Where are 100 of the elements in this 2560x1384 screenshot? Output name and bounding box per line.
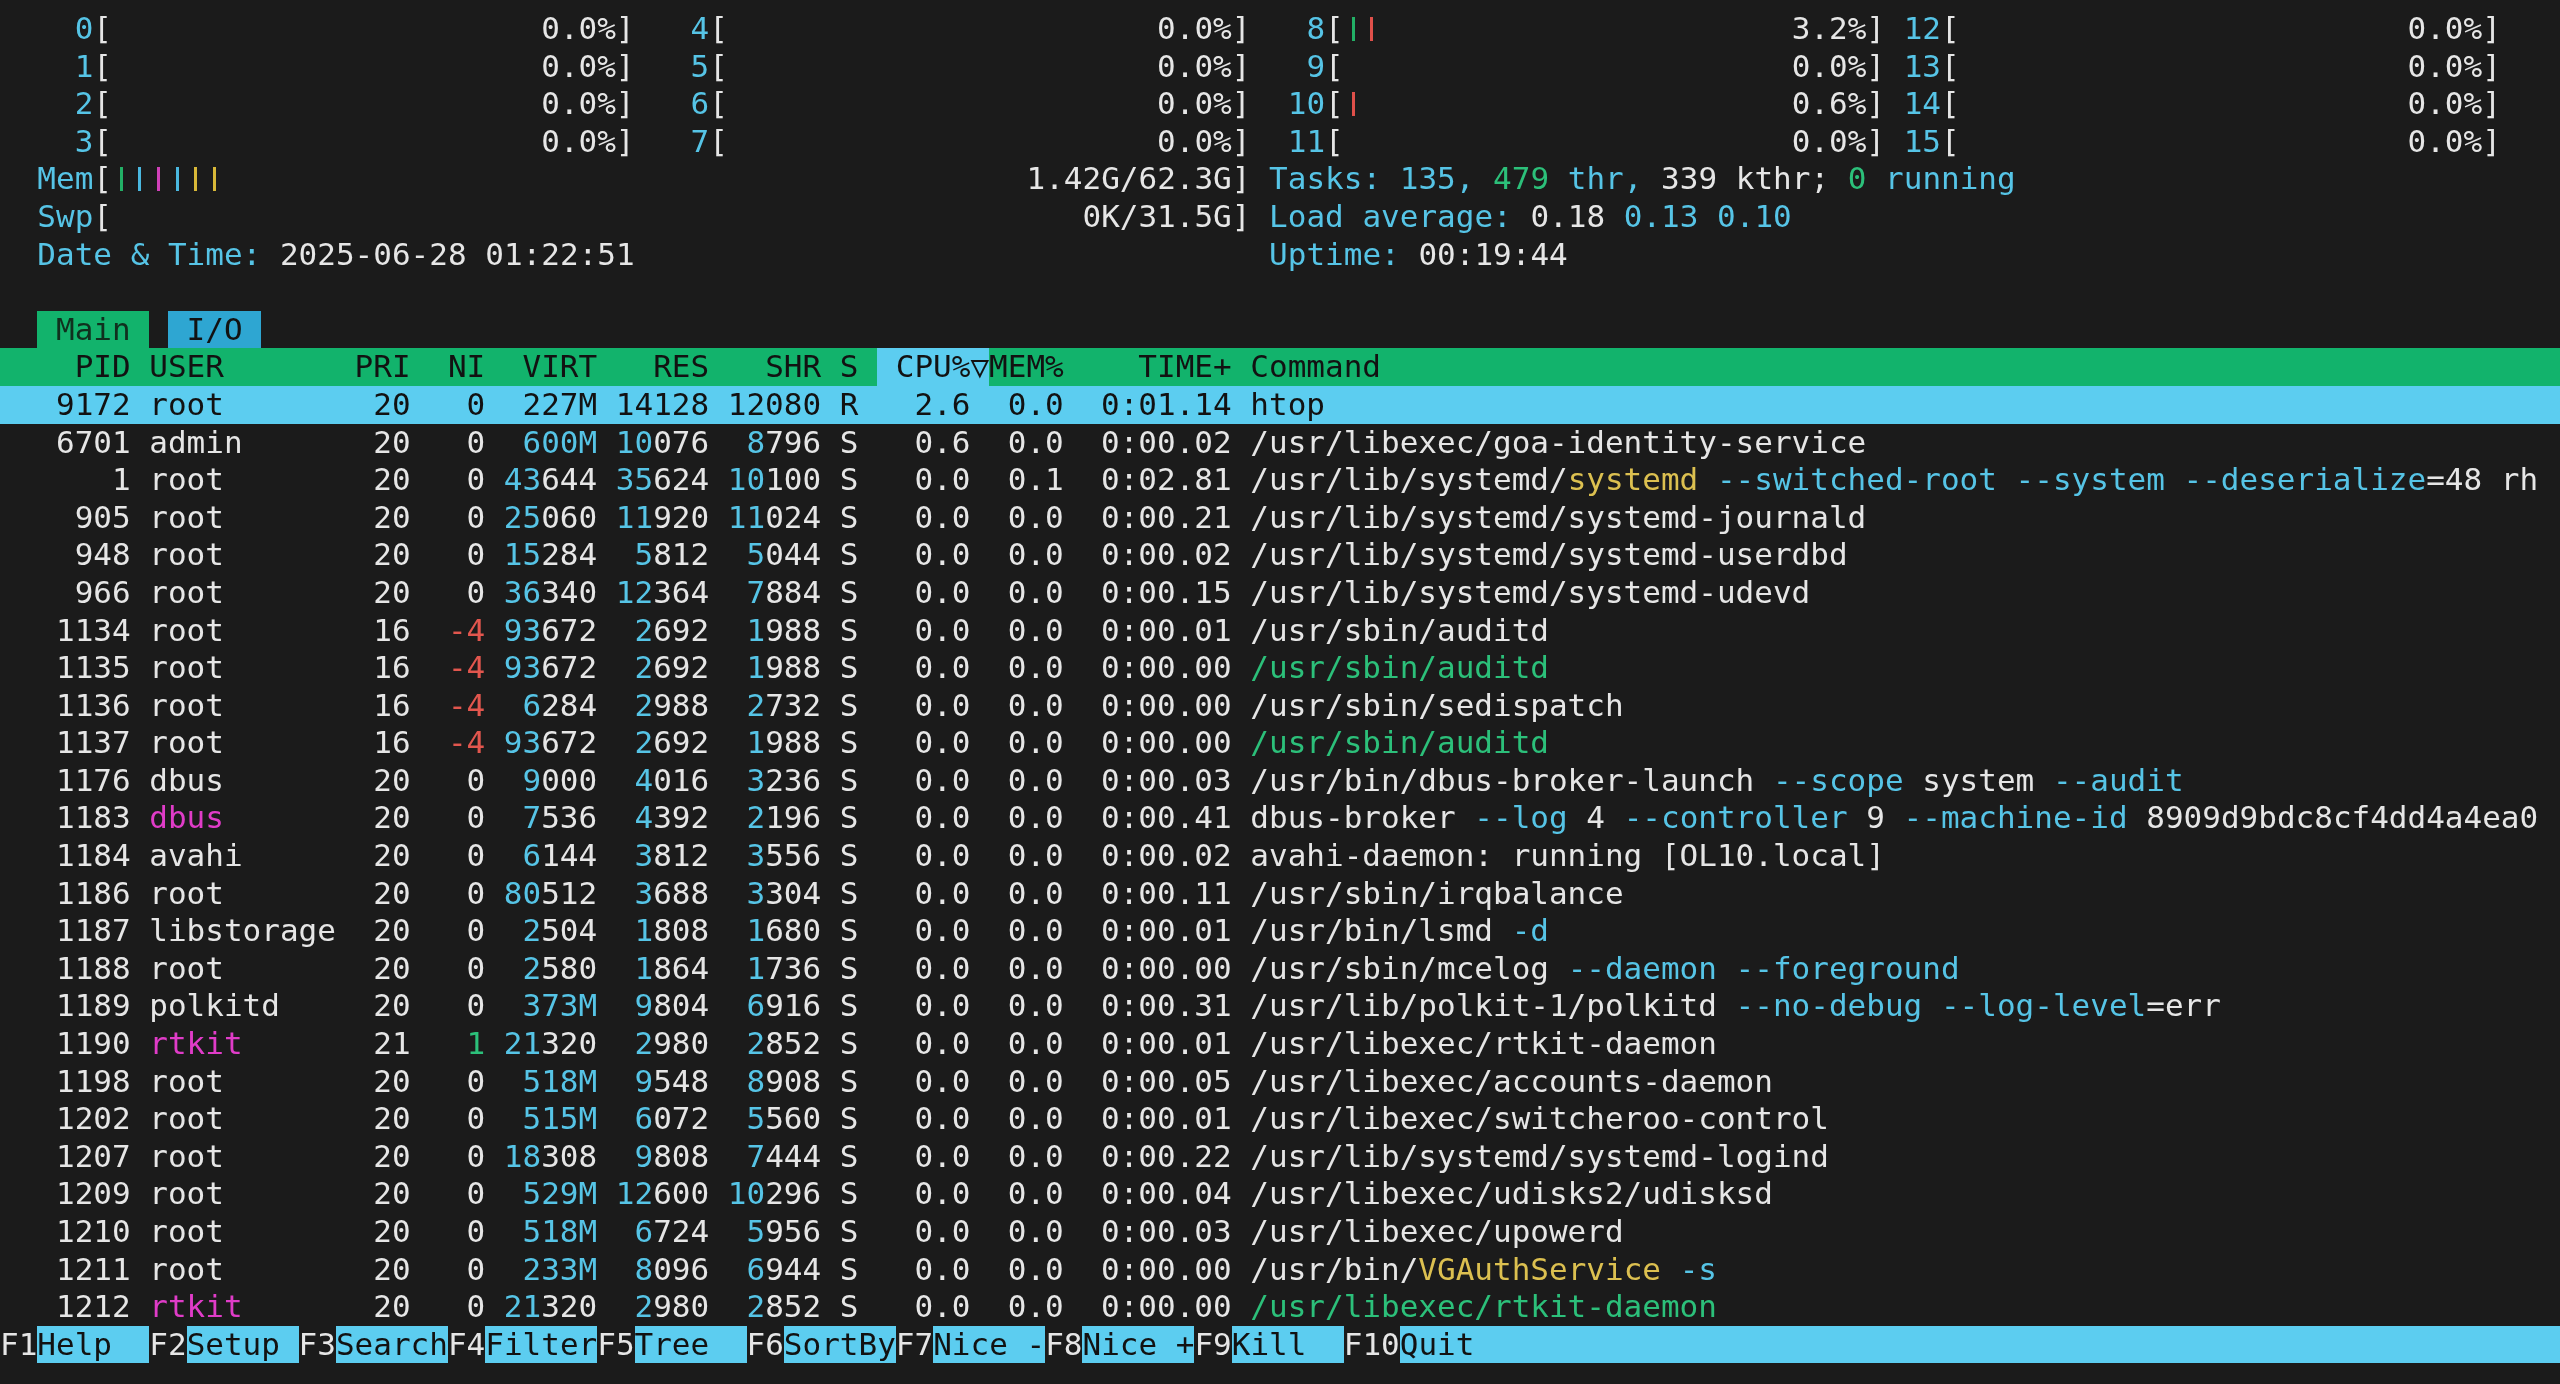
- table-cell-text: 0: [465, 949, 486, 988]
- table-cell-text: 227M: [521, 385, 598, 424]
- table-cell-text: root: [148, 573, 225, 612]
- table-cell-text: 0: [465, 461, 486, 499]
- column-header[interactable]: MEM%: [989, 348, 1064, 386]
- table-cell-text: 515M: [521, 1100, 598, 1138]
- table-cell-text: 0.0: [1006, 385, 1064, 424]
- process-row[interactable]: 6701 admin 20 0 600M 10076 8796 S 0.6 0.0 0:00.02 /usr/libexec/goa-identity-service: [0, 423, 2560, 462]
- process-row[interactable]: 1136 root 16 -4 6284 2988 2732 S 0.0 0.0 0:00.00 /usr/sbin/sedispatch: [0, 686, 2560, 725]
- table-cell-text: 0.0: [913, 874, 971, 913]
- meter-reading: 0.0%]: [2407, 47, 2501, 86]
- process-row[interactable]: 1 root 20 0 43644 35624 10100 S 0.0 0.1 0:02.81 /usr/lib/systemd/systemd --switched-root --system --deserialize=48 rh: [0, 461, 2560, 499]
- table-cell-text: 2692: [633, 611, 710, 650]
- table-cell-text: 0:00.15: [1100, 573, 1232, 612]
- function-key-button[interactable]: F8Nice +: [1045, 1325, 1195, 1364]
- table-cell-text: 0.0: [1006, 686, 1064, 725]
- table-cell-text: 18308: [502, 1137, 598, 1176]
- meter-reading: 0.0%]: [541, 122, 635, 161]
- process-row[interactable]: 948 root 20 0 15284 5812 5044 S 0.0 0.0 0:00.02 /usr/lib/systemd/systemd-userdbd: [0, 536, 2560, 574]
- meter-bracket: [: [709, 47, 728, 86]
- table-cell-text: S: [838, 1175, 859, 1213]
- cpu-label: 7: [689, 122, 710, 161]
- table-cell-text: /usr/bin/dbus-broker-launch --scope system --audit: [1249, 761, 2185, 800]
- table-cell-text: 0.0: [913, 1175, 971, 1213]
- table-cell-text: avahi-daemon: running [OL10.local]: [1249, 837, 1886, 875]
- cpu-label: 15: [1902, 122, 1941, 161]
- process-row[interactable]: 1190 rtkit 21 1 21320 2980 2852 S 0.0 0.0 0:00.01 /usr/libexec/rtkit-daemon: [0, 1025, 2560, 1063]
- table-cell-text: S: [838, 799, 859, 838]
- process-row[interactable]: 1188 root 20 0 2580 1864 1736 S 0.0 0.0 0:00.00 /usr/sbin/mcelog --daemon --foreground: [0, 949, 2560, 988]
- table-cell-text: dbus: [148, 761, 225, 800]
- table-cell-text: 1190: [55, 1025, 131, 1063]
- table-cell-text: 20: [372, 1288, 411, 1326]
- process-row[interactable]: 1183 dbus 20 0 7536 4392 2196 S 0.0 0.0 0:00.41 dbus-broker --log 4 --controller 9 --machine-id 8909d9bdc8cf4dd4a4ea0: [0, 799, 2560, 838]
- column-header[interactable]: RES: [597, 348, 710, 386]
- process-row[interactable]: 1207 root 20 0 18308 9808 7444 S 0.0 0.0 0:00.22 /usr/lib/systemd/systemd-logind: [0, 1137, 2560, 1176]
- table-cell-text: 0.0: [1006, 949, 1064, 988]
- table-cell-text: /usr/sbin/irqbalance: [1249, 874, 1625, 913]
- process-row[interactable]: 1186 root 20 0 80512 3688 3304 S 0.0 0.0 0:00.11 /usr/sbin/irqbalance: [0, 874, 2560, 913]
- meter-bracket: [: [1940, 85, 1960, 123]
- tab[interactable]: I/O: [167, 310, 262, 349]
- table-cell-text: 36340: [502, 573, 598, 612]
- table-cell-text: 1209: [55, 1175, 131, 1213]
- table-cell-text: 0.0: [1006, 1288, 1064, 1326]
- column-header[interactable]: PID: [0, 348, 131, 386]
- table-cell-text: 20: [372, 912, 411, 950]
- process-row[interactable]: 1176 dbus 20 0 9000 4016 3236 S 0.0 0.0 0:00.03 /usr/bin/dbus-broker-launch --scope system --audit: [0, 761, 2560, 800]
- process-row[interactable]: 1210 root 20 0 518M 6724 5956 S 0.0 0.0 0:00.03 /usr/libexec/upowerd: [0, 1213, 2560, 1251]
- process-row[interactable]: 1134 root 16 -4 93672 2692 1988 S 0.0 0.0 0:00.01 /usr/sbin/auditd: [0, 611, 2560, 650]
- table-cell-text: 0:00.00: [1100, 1288, 1232, 1326]
- table-cell-text: 0.0: [1006, 1250, 1064, 1289]
- meter-bracket: [: [709, 122, 728, 161]
- column-header[interactable]: CPU%▽: [877, 348, 990, 386]
- process-row[interactable]: 1189 polkitd 20 0 373M 9804 6916 S 0.0 0.0 0:00.31 /usr/lib/polkit-1/polkitd --no-debug --log-level=err: [0, 987, 2560, 1026]
- column-header[interactable]: SHR: [709, 348, 822, 386]
- meter-reading: 1.42G/62.3G]: [1026, 160, 1251, 198]
- table-cell-text: /usr/lib/systemd/systemd-logind: [1249, 1137, 1830, 1176]
- table-cell-text: 2988: [633, 686, 710, 725]
- process-row[interactable]: 1135 root 16 -4 93672 2692 1988 S 0.0 0.0 0:00.00 /usr/sbin/auditd: [0, 649, 2560, 687]
- process-row[interactable]: 1198 root 20 0 518M 9548 8908 S 0.0 0.0 0:00.05 /usr/libexec/accounts-daemon: [0, 1062, 2560, 1101]
- column-header[interactable]: Command: [1231, 348, 2560, 386]
- table-cell-text: avahi: [148, 837, 244, 875]
- column-header[interactable]: PRI: [335, 348, 411, 386]
- table-cell-text: 0.0: [1006, 498, 1064, 537]
- column-header[interactable]: TIME+: [1063, 348, 1232, 386]
- process-row[interactable]: 905 root 20 0 25060 11920 11024 S 0.0 0.0 0:00.21 /usr/lib/systemd/systemd-journald: [0, 498, 2560, 537]
- column-header[interactable]: VIRT: [485, 348, 598, 386]
- process-row[interactable]: 966 root 20 0 36340 12364 7884 S 0.0 0.0 0:00.15 /usr/lib/systemd/systemd-udevd: [0, 573, 2560, 612]
- table-cell-text: 20: [372, 1137, 411, 1176]
- tab[interactable]: Main: [37, 310, 150, 349]
- table-cell-text: 0:00.01: [1100, 1100, 1232, 1138]
- process-row[interactable]: 1212 rtkit 20 0 21320 2980 2852 S 0.0 0.0 0:00.00 /usr/libexec/rtkit-daemon: [0, 1288, 2560, 1326]
- function-key-button[interactable]: F3Search: [298, 1325, 448, 1364]
- table-cell-text: 12600: [614, 1175, 710, 1213]
- table-cell-text: 9548: [633, 1062, 710, 1101]
- table-cell-text: root: [148, 949, 225, 988]
- column-header[interactable]: USER: [130, 348, 336, 386]
- process-row[interactable]: 1137 root 16 -4 93672 2692 1988 S 0.0 0.0 0:00.00 /usr/sbin/auditd: [0, 724, 2560, 762]
- process-row[interactable]: 9172 root 20 0 227M 14128 12080 R 2.6 0.0 0:01.14 htop: [0, 385, 2560, 424]
- column-header[interactable]: NI: [410, 348, 486, 386]
- table-cell-text: dbus: [148, 799, 225, 838]
- table-cell-text: 2852: [745, 1025, 822, 1063]
- table-cell-text: 0: [465, 1213, 486, 1251]
- column-header[interactable]: S: [821, 348, 859, 386]
- function-key-button[interactable]: F4Filter: [447, 1325, 598, 1364]
- process-row[interactable]: 1211 root 20 0 233M 8096 6944 S 0.0 0.0 0:00.00 /usr/bin/VGAuthService -s: [0, 1250, 2560, 1289]
- meter-bracket: [: [1325, 122, 1344, 161]
- table-cell-text: 0:00.03: [1100, 761, 1232, 800]
- table-cell-text: 6284: [521, 686, 598, 725]
- process-row[interactable]: 1187 libstorage 20 0 2504 1808 1680 S 0.0 0.0 0:00.01 /usr/bin/lsmd -d: [0, 912, 2560, 950]
- process-row[interactable]: 1202 root 20 0 515M 6072 5560 S 0.0 0.0 0:00.01 /usr/libexec/switcheroo-control: [0, 1100, 2560, 1138]
- table-cell-text: 0:00.11: [1100, 874, 1232, 913]
- table-cell-text: 0:00.21: [1100, 498, 1232, 537]
- table-cell-text: 0.6: [913, 423, 971, 462]
- process-row[interactable]: 1209 root 20 0 529M 12600 10296 S 0.0 0.0 0:00.04 /usr/libexec/udisks2/udisksd: [0, 1175, 2560, 1213]
- table-cell-text: /usr/lib/systemd/systemd-journald: [1249, 498, 1868, 537]
- table-cell-text: root: [148, 649, 225, 687]
- process-row[interactable]: 1184 avahi 20 0 6144 3812 3556 S 0.0 0.0 0:00.02 avahi-daemon: running [OL10.local]: [0, 837, 2560, 875]
- table-cell-text: 21320: [502, 1025, 598, 1063]
- table-cell-text: 0.0: [913, 1025, 971, 1063]
- function-key-button[interactable]: F6SortBy: [746, 1325, 896, 1364]
